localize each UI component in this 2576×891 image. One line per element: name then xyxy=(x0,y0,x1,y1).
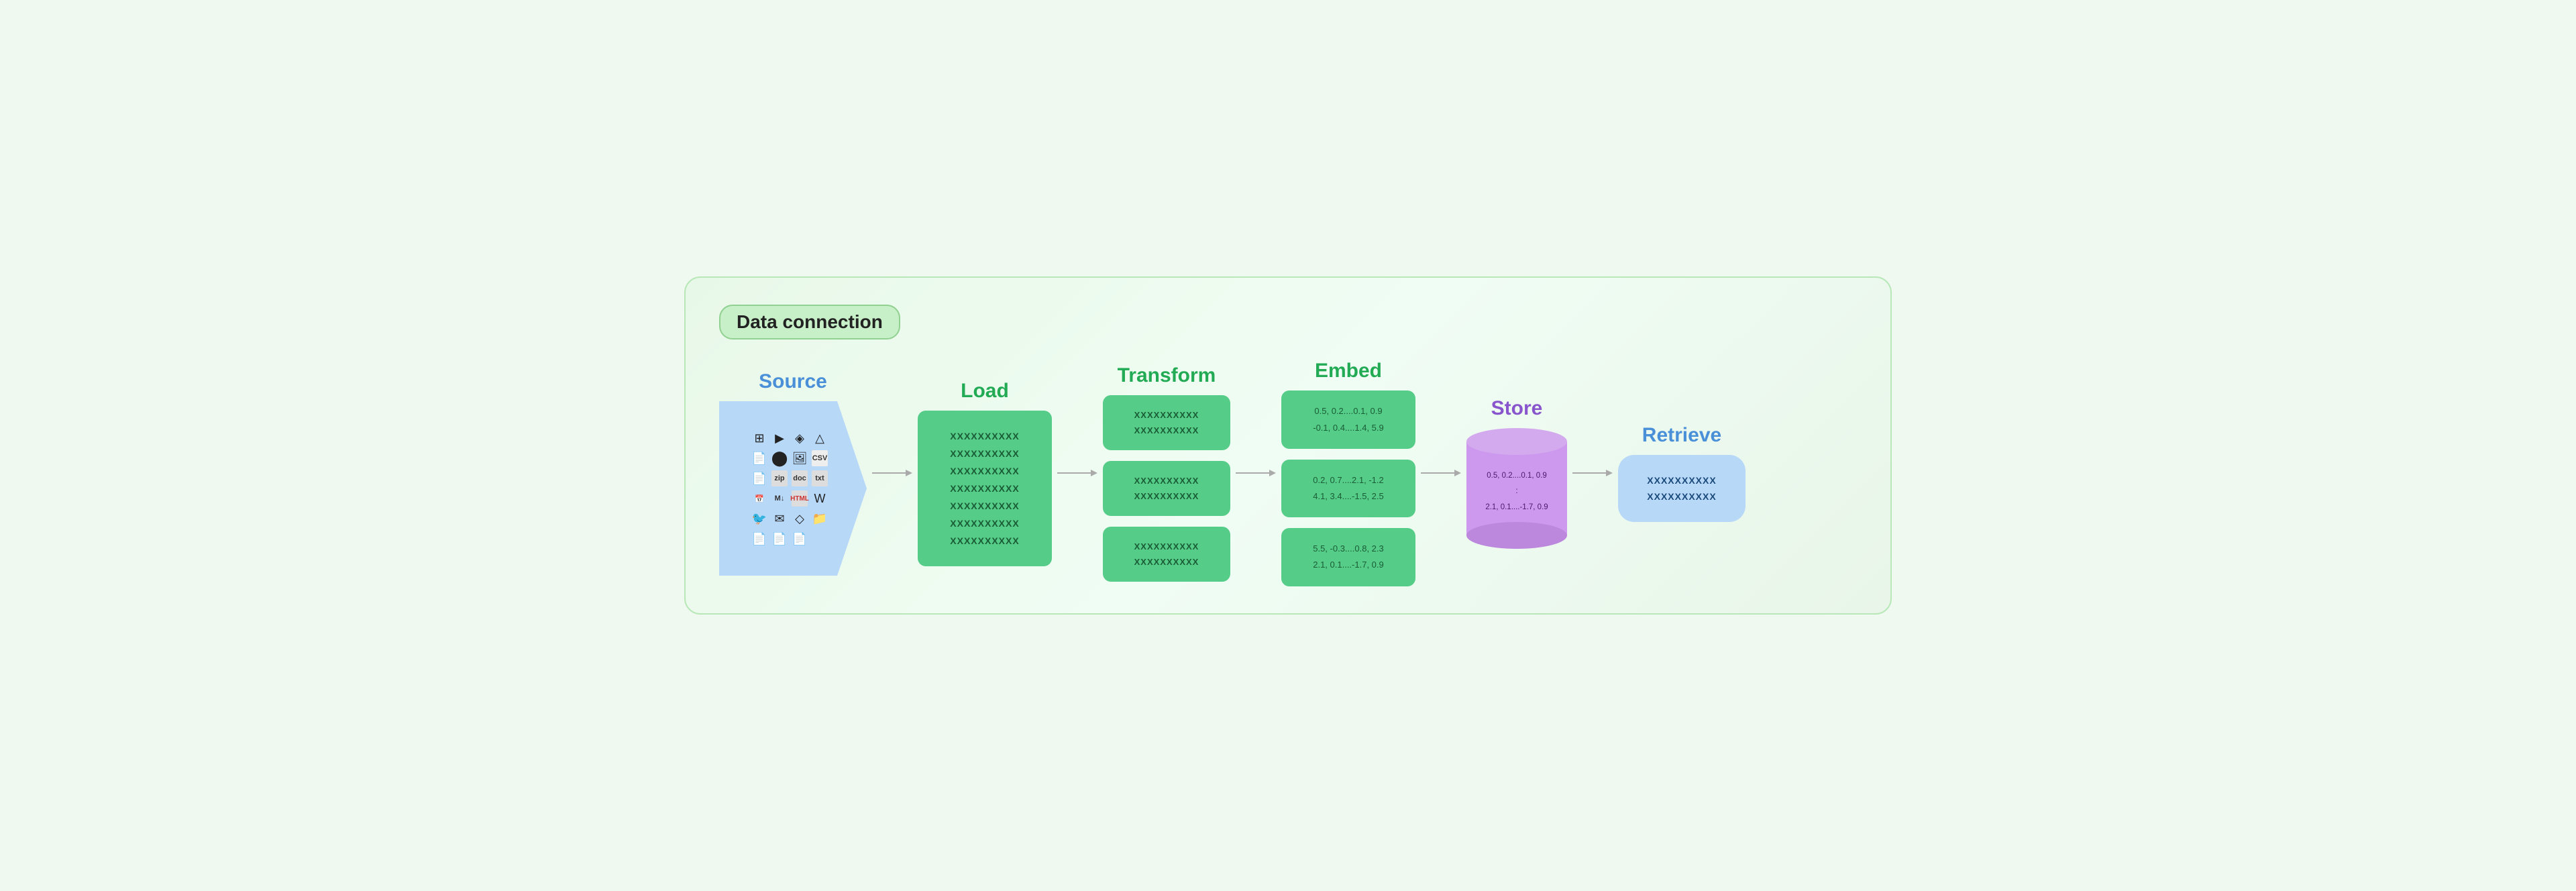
transform-box-2-row-1: XXXXXXXXXX xyxy=(1134,476,1199,486)
icon-grid: ⊞ xyxy=(751,430,767,446)
load-row-3: XXXXXXXXXX xyxy=(950,466,1019,476)
load-box: XXXXXXXXXX XXXXXXXXXX XXXXXXXXXX XXXXXXX… xyxy=(918,411,1052,566)
title-text: Data connection xyxy=(737,311,883,333)
embed-box-1-line-2: -0.1, 0.4....1.4, 5.9 xyxy=(1313,422,1384,434)
embed-box-1: 0.5, 0.2....0.1, 0.9 -0.1, 0.4....1.4, 5… xyxy=(1281,390,1415,448)
arrow-source-load xyxy=(867,466,918,480)
embed-box-2-line-2: 4.1, 3.4....-1.5, 2.5 xyxy=(1313,490,1384,503)
transform-box-3-row-1: XXXXXXXXXX xyxy=(1134,541,1199,552)
icon-doc5: 📄 xyxy=(771,531,788,547)
icon-video: ▶ xyxy=(771,430,788,446)
transform-box-2: XXXXXXXXXX XXXXXXXXXX xyxy=(1103,461,1230,516)
arrow-transform-embed xyxy=(1230,466,1281,480)
load-row-1: XXXXXXXXXX xyxy=(950,431,1019,441)
icon-spacer xyxy=(812,531,828,547)
embed-box-3-line-1: 5.5, -0.3....0.8, 2.3 xyxy=(1313,543,1384,555)
source-label: Source xyxy=(759,370,827,393)
database-cylinder: 0.5, 0.2....0.1, 0.9 : 2.1, 0.1....-1.7,… xyxy=(1466,428,1567,549)
transform-box-1-row-1: XXXXXXXXXX xyxy=(1134,410,1199,420)
retrieve-label: Retrieve xyxy=(1642,424,1721,447)
source-shape: ⊞ ▶ ◈ △ 📄 ⬤ 🖼 CSV 📄 zip doc txt 📅 xyxy=(719,401,867,576)
embed-box-2-line-1: 0.2, 0.7....2.1, -1.2 xyxy=(1313,474,1384,486)
title-badge: Data connection xyxy=(719,305,900,339)
load-stage: Load XXXXXXXXXX XXXXXXXXXX XXXXXXXXXX XX… xyxy=(918,380,1052,566)
arrow-embed-store xyxy=(1415,466,1466,480)
icon-doc1: 📄 xyxy=(751,450,767,466)
embed-label: Embed xyxy=(1315,360,1382,382)
icon-md: M↓ xyxy=(771,490,788,507)
embed-box-2: 0.2, 0.7....2.1, -1.2 4.1, 3.4....-1.5, … xyxy=(1281,460,1415,517)
icon-github: ⬤ xyxy=(771,450,788,466)
icon-txt: txt xyxy=(812,470,828,486)
icon-doc6: 📄 xyxy=(792,531,808,547)
source-icons: ⊞ ▶ ◈ △ 📄 ⬤ 🖼 CSV 📄 zip doc txt 📅 xyxy=(751,430,828,547)
transform-box-2-row-2: XXXXXXXXXX xyxy=(1134,491,1199,501)
embed-box-3: 5.5, -0.3....0.8, 2.3 2.1, 0.1....-1.7, … xyxy=(1281,528,1415,586)
transform-boxes: XXXXXXXXXX XXXXXXXXXX XXXXXXXXXX XXXXXXX… xyxy=(1103,395,1230,582)
embed-box-1-line-1: 0.5, 0.2....0.1, 0.9 xyxy=(1314,405,1382,417)
retrieve-row-2: XXXXXXXXXX xyxy=(1647,491,1716,502)
source-stage: Source ⊞ ▶ ◈ △ 📄 ⬤ 🖼 CSV 📄 zip doc xyxy=(719,370,867,576)
icon-notion: ◇ xyxy=(792,511,808,527)
arrow-load-transform xyxy=(1052,466,1103,480)
transform-box-1-row-2: XXXXXXXXXX xyxy=(1134,425,1199,435)
retrieve-box: XXXXXXXXXX XXXXXXXXXX xyxy=(1618,455,1746,522)
arrow-store-retrieve xyxy=(1567,466,1618,480)
icon-doc2: 📄 xyxy=(751,470,767,486)
icon-csv: CSV xyxy=(812,450,828,466)
icon-html: HTML xyxy=(792,490,808,507)
load-row-5: XXXXXXXXXX xyxy=(950,501,1019,511)
icon-doc4: 📄 xyxy=(751,531,767,547)
transform-box-3-row-2: XXXXXXXXXX xyxy=(1134,557,1199,567)
embed-stage: Embed 0.5, 0.2....0.1, 0.9 -0.1, 0.4....… xyxy=(1281,360,1415,586)
load-row-4: XXXXXXXXXX xyxy=(950,483,1019,494)
transform-stage: Transform XXXXXXXXXX XXXXXXXXXX XXXXXXXX… xyxy=(1103,364,1230,582)
db-bottom-ellipse xyxy=(1466,522,1567,549)
icon-email: ✉ xyxy=(771,511,788,527)
db-body: 0.5, 0.2....0.1, 0.9 : 2.1, 0.1....-1.7,… xyxy=(1466,441,1567,535)
flow-container: Source ⊞ ▶ ◈ △ 📄 ⬤ 🖼 CSV 📄 zip doc xyxy=(719,360,1857,586)
transform-box-3: XXXXXXXXXX XXXXXXXXXX xyxy=(1103,527,1230,582)
transform-label: Transform xyxy=(1118,364,1216,387)
icon-gdrive: △ xyxy=(812,430,828,446)
main-diagram: Data connection Source ⊞ ▶ ◈ △ 📄 ⬤ 🖼 CSV xyxy=(684,276,1892,614)
icon-folder: 📁 xyxy=(812,511,828,527)
icon-image: 🖼 xyxy=(792,450,808,466)
store-stage: Store 0.5, 0.2....0.1, 0.9 : 2.1, 0.1...… xyxy=(1466,397,1567,549)
db-text-line-3: 2.1, 0.1....-1.7, 0.9 xyxy=(1485,502,1548,513)
icon-doc3: doc xyxy=(792,470,808,486)
retrieve-stage: Retrieve XXXXXXXXXX XXXXXXXXXX xyxy=(1618,424,1746,522)
load-label: Load xyxy=(961,380,1009,403)
icon-cal: 📅 xyxy=(751,490,767,507)
store-label: Store xyxy=(1491,397,1543,420)
load-row-7: XXXXXXXXXX xyxy=(950,535,1019,546)
embed-box-3-line-2: 2.1, 0.1....-1.7, 0.9 xyxy=(1313,559,1384,571)
db-top-ellipse xyxy=(1466,428,1567,455)
transform-box-1: XXXXXXXXXX XXXXXXXXXX xyxy=(1103,395,1230,450)
icon-wiki: W xyxy=(812,490,828,507)
icon-discord: ◈ xyxy=(792,430,808,446)
icon-twitter: 🐦 xyxy=(751,511,767,527)
retrieve-row-1: XXXXXXXXXX xyxy=(1647,475,1716,486)
embed-boxes: 0.5, 0.2....0.1, 0.9 -0.1, 0.4....1.4, 5… xyxy=(1281,390,1415,586)
db-text-line-1: 0.5, 0.2....0.1, 0.9 xyxy=(1487,470,1547,482)
load-row-6: XXXXXXXXXX xyxy=(950,518,1019,529)
icon-zip: zip xyxy=(771,470,788,486)
load-row-2: XXXXXXXXXX xyxy=(950,448,1019,459)
db-text-line-2: : xyxy=(1515,486,1517,497)
